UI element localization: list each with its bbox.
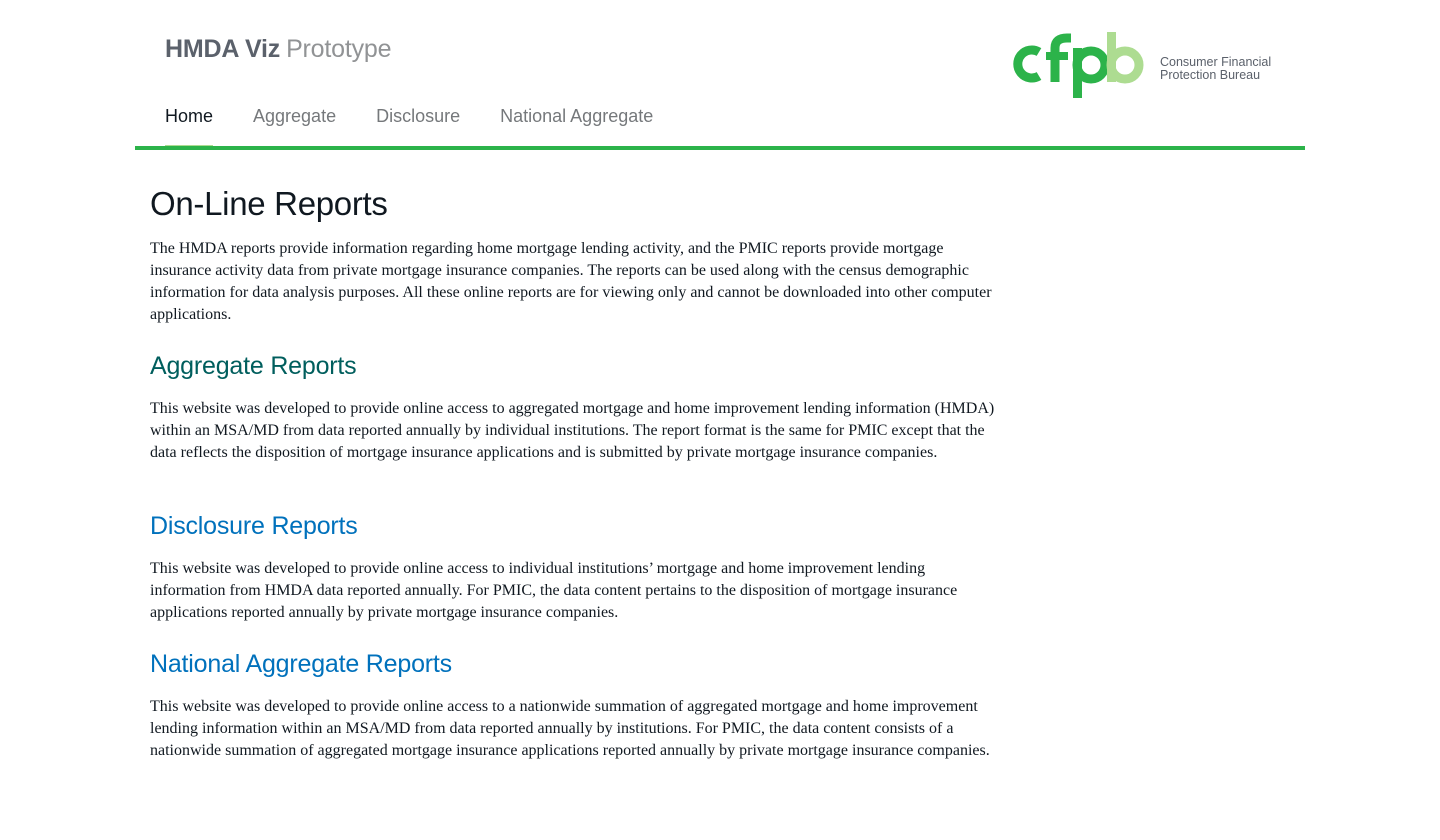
intro-paragraph: The HMDA reports provide information reg… — [150, 240, 992, 323]
site-title[interactable]: HMDA Viz Prototype — [165, 33, 391, 65]
nav-item-home[interactable]: Home — [165, 100, 214, 148]
main-content: On-Line Reports The HMDA reports provide… — [150, 180, 1000, 759]
nav-item-disclosure[interactable]: Disclosure — [376, 100, 460, 147]
national-aggregate-reports-description: This website was developed to provide on… — [150, 698, 990, 759]
nav-divider — [135, 146, 1305, 150]
section-aggregate-reports: Aggregate Reports This website was devel… — [150, 348, 1000, 464]
logo-letter-c — [1013, 45, 1042, 83]
site-title-strong: HMDA Viz — [165, 35, 281, 63]
page-title: On-Line Reports — [150, 185, 388, 222]
logo-letter-p-bowl — [1072, 46, 1110, 84]
nav-item-aggregate[interactable]: Aggregate — [253, 100, 336, 147]
site-title-light: Prototype — [286, 35, 392, 63]
logo-text-line2: Protection Bureau — [1160, 68, 1261, 82]
logo-text: Consumer Financial Protection Bureau — [1160, 56, 1285, 82]
cfpb-logo[interactable]: Consumer Financial Protection Bureau — [1011, 30, 1281, 100]
cfpb-logo-mark — [1013, 32, 1144, 98]
logo-letter-f-bar — [1046, 52, 1068, 60]
section-national-aggregate-reports: National Aggregate Reports This website … — [150, 646, 1000, 762]
section-disclosure-reports: Disclosure Reports This website was deve… — [150, 508, 1000, 624]
logo-letter-b-bowl — [1106, 46, 1144, 84]
disclosure-reports-description: This website was developed to provide on… — [150, 560, 958, 621]
national-aggregate-reports-link[interactable]: National Aggregate Reports — [150, 646, 1000, 682]
site-header: HMDA Viz Prototype Consumer Financial Pro… — [135, 0, 1305, 150]
aggregate-reports-description: This website was developed to provide on… — [150, 400, 995, 461]
main-nav: Home Aggregate Disclosure National Aggre… — [165, 100, 693, 148]
nav-item-national-aggregate[interactable]: National Aggregate — [500, 100, 653, 147]
aggregate-reports-link[interactable]: Aggregate Reports — [150, 348, 1000, 384]
disclosure-reports-link[interactable]: Disclosure Reports — [150, 508, 1000, 544]
